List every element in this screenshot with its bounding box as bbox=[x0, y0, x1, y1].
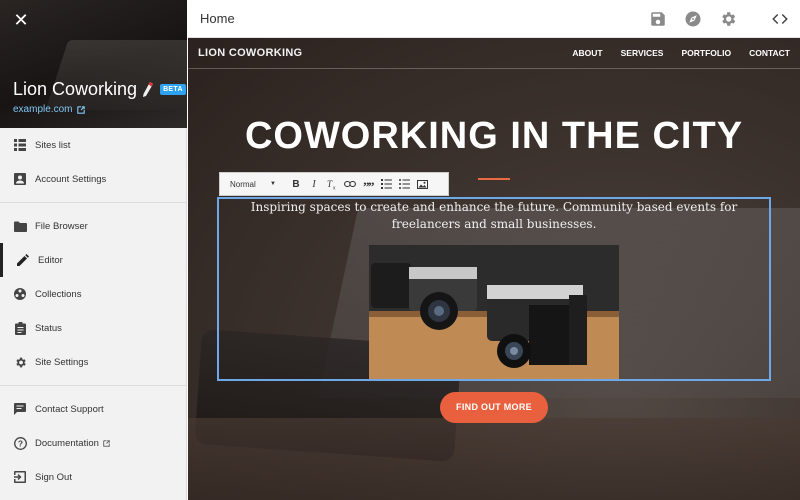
hero-text[interactable]: Inspiring spaces to create and enhance t… bbox=[248, 199, 740, 233]
caret-down-icon: ▼ bbox=[270, 181, 276, 187]
pencil-icon bbox=[16, 253, 30, 267]
account-box-icon bbox=[13, 172, 27, 186]
site-url-link[interactable]: example.com bbox=[13, 104, 86, 115]
sidebar-header: ✕ Lion Coworking BETA example.com bbox=[0, 0, 187, 128]
link-button[interactable] bbox=[341, 175, 359, 193]
clear-format-icon: Tx bbox=[327, 179, 336, 190]
sidebar-item-sign-out[interactable]: Sign Out bbox=[0, 460, 187, 494]
bold-button[interactable]: B bbox=[287, 175, 305, 193]
menu-item-services[interactable]: SERVICES bbox=[621, 48, 664, 58]
sidebar-item-sites-list[interactable]: Sites list bbox=[0, 128, 187, 162]
hero-image-cameras[interactable] bbox=[369, 245, 619, 379]
sidebar-item-label: Collections bbox=[35, 288, 82, 300]
site-preview: LION COWORKING ABOUT SERVICES PORTFOLIO … bbox=[188, 38, 800, 500]
menu-item-about[interactable]: ABOUT bbox=[572, 48, 602, 58]
quote-button[interactable]: ”” bbox=[359, 175, 377, 193]
folder-icon bbox=[13, 219, 27, 233]
nav-divider bbox=[0, 202, 187, 203]
sidebar-item-editor[interactable]: Editor bbox=[0, 243, 187, 277]
clipboard-icon bbox=[13, 321, 27, 335]
site-url-text: example.com bbox=[13, 104, 73, 115]
close-icon[interactable]: ✕ bbox=[12, 11, 30, 29]
code-icon[interactable] bbox=[771, 10, 789, 28]
sidebar-item-label: File Browser bbox=[35, 220, 88, 232]
unordered-list-icon bbox=[398, 179, 410, 189]
format-select-value: Normal bbox=[230, 179, 256, 189]
help-icon: ? bbox=[13, 436, 27, 450]
ordered-list-button[interactable] bbox=[377, 175, 395, 193]
svg-text:”: ” bbox=[368, 180, 374, 189]
top-bar: Home bbox=[188, 0, 800, 38]
editor-toolbar: Normal ▼ B I Tx ”” bbox=[219, 172, 449, 196]
hero-divider bbox=[478, 178, 510, 180]
sidebar-item-label: Documentation bbox=[35, 437, 99, 449]
hero-title[interactable]: COWORKING IN THE CITY bbox=[188, 115, 800, 158]
clear-format-button[interactable]: Tx bbox=[323, 175, 341, 193]
sidebar-item-documentation[interactable]: ? Documentation bbox=[0, 426, 187, 460]
unordered-list-button[interactable] bbox=[395, 175, 413, 193]
svg-text:x: x bbox=[333, 185, 336, 190]
sidebar-item-contact-support[interactable]: Contact Support bbox=[0, 392, 187, 426]
sidebar-item-label: Site Settings bbox=[35, 356, 89, 368]
sidebar: ✕ Lion Coworking BETA example.com Sites … bbox=[0, 0, 187, 500]
sign-out-icon bbox=[13, 470, 27, 484]
save-icon[interactable] bbox=[649, 10, 667, 28]
chat-icon bbox=[13, 402, 27, 416]
grid-icon bbox=[13, 138, 27, 152]
site-menu: ABOUT SERVICES PORTFOLIO CONTACT bbox=[554, 48, 790, 58]
sidebar-item-label: Editor bbox=[38, 254, 63, 266]
site-title: Lion Coworking BETA bbox=[13, 79, 186, 100]
image-button[interactable] bbox=[413, 175, 431, 193]
external-link-icon bbox=[103, 439, 110, 447]
quote-icon: ”” bbox=[363, 180, 374, 189]
sidebar-nav: Sites list Account Settings File Browser… bbox=[0, 128, 187, 494]
ordered-list-icon bbox=[380, 179, 392, 189]
sidebar-item-label: Account Settings bbox=[35, 173, 107, 185]
sidebar-item-label: Status bbox=[35, 322, 62, 334]
sidebar-item-label: Contact Support bbox=[35, 403, 104, 415]
sidebar-item-site-settings[interactable]: Site Settings bbox=[0, 345, 187, 379]
external-link-icon bbox=[77, 105, 86, 114]
nav-divider bbox=[0, 385, 187, 386]
camera-photo bbox=[369, 245, 619, 379]
gear-icon bbox=[13, 355, 27, 369]
beta-badge: BETA bbox=[160, 84, 186, 95]
menu-item-portfolio[interactable]: PORTFOLIO bbox=[681, 48, 731, 58]
site-title-text: Lion Coworking bbox=[13, 79, 138, 99]
menu-item-contact[interactable]: CONTACT bbox=[749, 48, 790, 58]
sidebar-item-status[interactable]: Status bbox=[0, 311, 187, 345]
sidebar-item-label: Sites list bbox=[35, 139, 71, 151]
page-name: Home bbox=[200, 11, 235, 26]
site-navbar: LION COWORKING ABOUT SERVICES PORTFOLIO … bbox=[188, 38, 800, 69]
pencil-logo-icon bbox=[143, 81, 154, 97]
site-brand[interactable]: LION COWORKING bbox=[198, 47, 302, 59]
gear-icon[interactable] bbox=[719, 10, 737, 28]
sidebar-item-file-browser[interactable]: File Browser bbox=[0, 209, 187, 243]
collections-icon bbox=[13, 287, 27, 301]
format-select[interactable]: Normal ▼ bbox=[225, 176, 281, 192]
compass-icon[interactable] bbox=[684, 10, 702, 28]
image-icon bbox=[416, 179, 428, 189]
link-icon bbox=[344, 180, 356, 188]
sidebar-item-account-settings[interactable]: Account Settings bbox=[0, 162, 187, 196]
svg-text:?: ? bbox=[17, 438, 22, 448]
find-out-more-button[interactable]: FIND OUT MORE bbox=[440, 392, 548, 423]
italic-button[interactable]: I bbox=[305, 175, 323, 193]
sidebar-item-collections[interactable]: Collections bbox=[0, 277, 187, 311]
sidebar-item-label: Sign Out bbox=[35, 471, 72, 483]
